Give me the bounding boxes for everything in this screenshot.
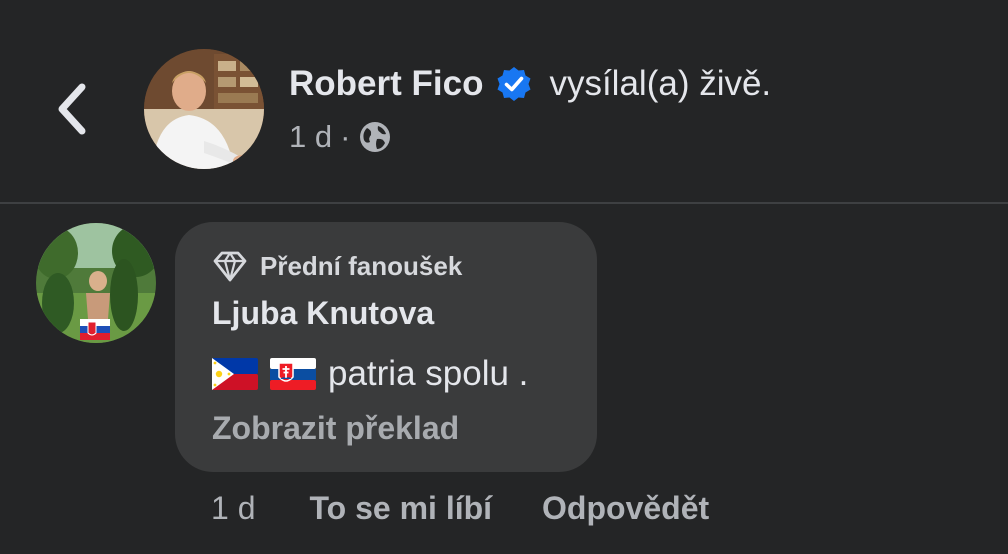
comment-actions: 1 d To se mi líbí Odpovědět (211, 486, 709, 530)
top-fan-badge: Přední fanoušek (212, 248, 462, 284)
comment-avatar[interactable] (36, 223, 156, 343)
live-post-comment-view: Robert Fico vysílal(a) živě. 1 d · Předn… (0, 0, 1008, 554)
globe-icon (358, 120, 392, 154)
see-translation-link[interactable]: Zobrazit překlad (212, 410, 459, 447)
slovakia-flag-icon (270, 357, 316, 391)
back-button[interactable] (50, 80, 94, 138)
comment-body: patria spolu . (328, 354, 529, 393)
diamond-icon (212, 248, 248, 284)
comment-author[interactable]: Ljuba Knutova (212, 295, 434, 332)
comment-text: patria spolu . (212, 350, 528, 398)
philippines-flag-icon (212, 357, 258, 391)
avatar[interactable] (144, 49, 264, 169)
commenter-photo (36, 223, 156, 343)
like-button[interactable]: To se mi líbí (309, 490, 492, 527)
divider (0, 202, 1008, 204)
post-action-text: vysílal(a) živě. (549, 64, 772, 103)
post-meta: 1 d · (289, 116, 392, 158)
post-header-title: Robert Fico vysílal(a) živě. (289, 60, 771, 108)
badge-label: Přední fanoušek (260, 250, 463, 281)
reply-button[interactable]: Odpovědět (542, 490, 709, 527)
author-name[interactable]: Robert Fico (289, 64, 483, 104)
verified-badge-icon (495, 65, 533, 103)
comment-time[interactable]: 1 d (211, 490, 255, 527)
chevron-left-icon (58, 83, 86, 135)
post-time[interactable]: 1 d (289, 119, 332, 155)
profile-photo (144, 49, 264, 169)
meta-separator: · (340, 119, 351, 154)
